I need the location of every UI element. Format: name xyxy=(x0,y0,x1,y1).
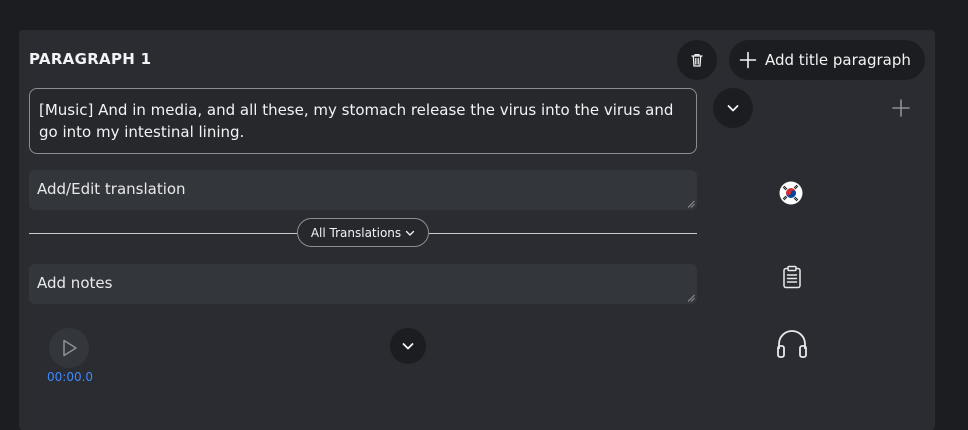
add-title-paragraph-label: Add title paragraph xyxy=(765,51,911,69)
notes-placeholder: Add notes xyxy=(37,274,113,292)
play-button[interactable] xyxy=(49,328,89,368)
paragraph-card: PARAGRAPH 1 Add title paragraph [Music] … xyxy=(19,30,935,430)
plus-icon xyxy=(739,51,757,69)
delete-paragraph-button[interactable] xyxy=(677,40,717,80)
divider-left xyxy=(29,233,297,234)
expand-options-button[interactable] xyxy=(713,88,753,128)
playback-time: 00:00.0 xyxy=(47,370,94,384)
clipboard-icon[interactable] xyxy=(782,265,802,289)
south-korea-flag-icon[interactable] xyxy=(779,181,803,205)
chevron-down-icon xyxy=(402,343,414,350)
transcript-text-field[interactable]: [Music] And in media, and all these, my … xyxy=(29,88,697,154)
add-title-paragraph-button[interactable]: Add title paragraph xyxy=(729,40,925,80)
all-translations-label: All Translations xyxy=(310,225,402,240)
play-icon xyxy=(63,339,77,357)
divider-right xyxy=(429,233,697,234)
outer-background xyxy=(935,30,968,424)
chevron-down-icon xyxy=(727,105,739,112)
notes-field[interactable]: Add notes xyxy=(29,264,697,304)
resize-handle-icon[interactable] xyxy=(687,200,695,208)
all-translations-toggle[interactable]: All Translations xyxy=(297,218,429,247)
chevron-down-icon xyxy=(406,230,415,236)
paragraph-title: PARAGRAPH 1 xyxy=(29,50,152,68)
expand-audio-button[interactable] xyxy=(390,328,426,364)
headphones-icon[interactable] xyxy=(775,327,809,361)
translation-placeholder: Add/Edit translation xyxy=(37,180,186,198)
translation-field[interactable]: Add/Edit translation xyxy=(29,170,697,210)
add-paragraph-icon[interactable] xyxy=(891,98,911,118)
trash-icon xyxy=(691,53,703,67)
resize-handle-icon[interactable] xyxy=(687,294,695,302)
